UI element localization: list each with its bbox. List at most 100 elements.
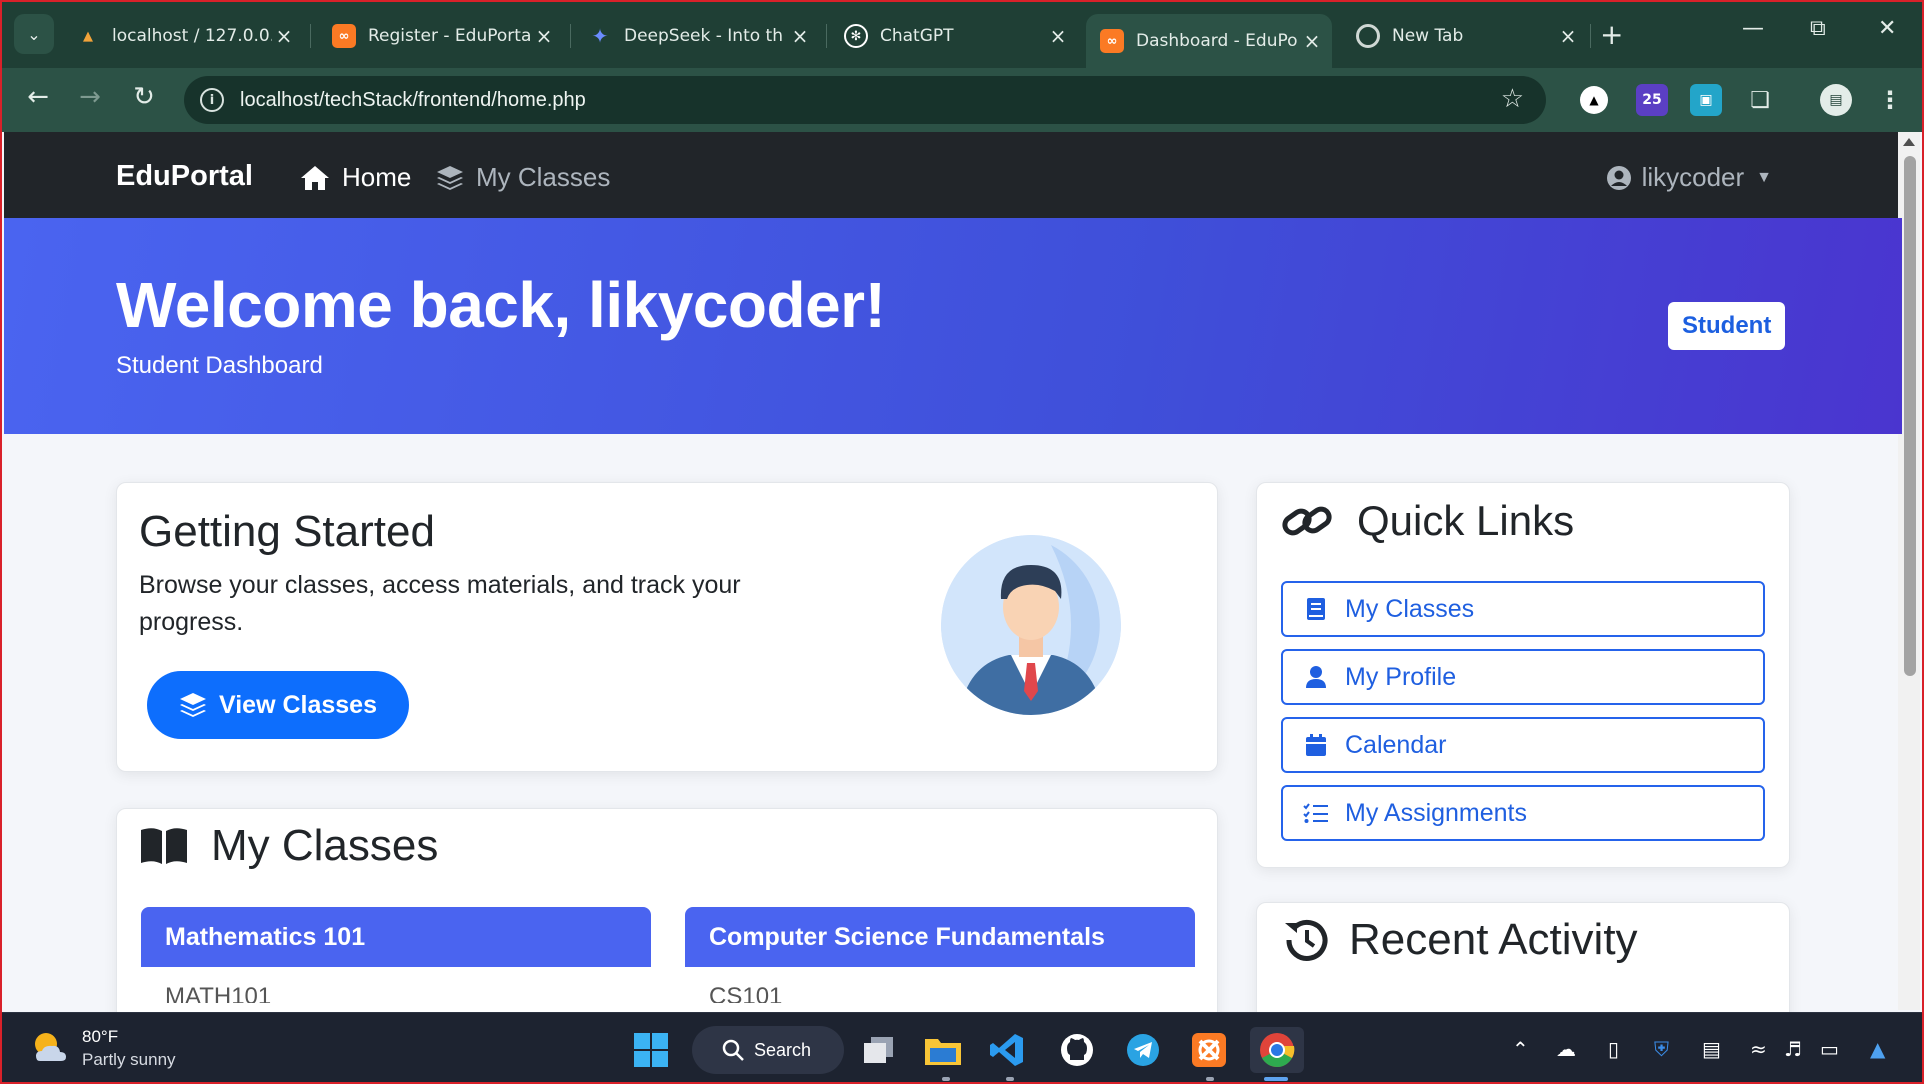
search-icon bbox=[722, 1039, 744, 1061]
partly-sunny-icon bbox=[35, 1033, 66, 1061]
tasks-icon bbox=[1301, 802, 1331, 824]
recent-activity-header: Recent Activity bbox=[1281, 915, 1638, 965]
class-card-cs101[interactable]: Computer Science Fundamentals CS101 bbox=[685, 907, 1195, 1003]
volume-icon[interactable]: ♬ bbox=[1784, 1037, 1802, 1061]
tab-search-button[interactable]: ⌄ bbox=[14, 14, 54, 54]
layers-icon bbox=[437, 165, 463, 190]
dashboard-subtitle: Student Dashboard bbox=[116, 352, 323, 379]
address-bar[interactable]: i localhost/techStack/frontend/home.php … bbox=[184, 76, 1546, 124]
window-close-icon[interactable]: ✕ bbox=[1878, 16, 1896, 41]
view-classes-label: View Classes bbox=[219, 690, 377, 719]
close-icon[interactable]: × bbox=[532, 24, 556, 48]
tab-register[interactable]: ∞ Register - EduPorta × bbox=[318, 14, 564, 58]
class-name[interactable]: Computer Science Fundamentals bbox=[685, 907, 1195, 967]
open-book-icon bbox=[141, 828, 187, 864]
close-icon[interactable]: × bbox=[1046, 24, 1070, 48]
username-label: likycoder bbox=[1641, 162, 1745, 192]
browser-menu-icon[interactable]: ⋮ bbox=[1874, 84, 1906, 116]
class-code: CS101 bbox=[709, 983, 783, 1003]
getting-started-text: Browse your classes, access materials, a… bbox=[139, 571, 741, 636]
user-dropdown[interactable]: likycoder ▼ bbox=[1606, 162, 1772, 193]
file-explorer-icon[interactable] bbox=[920, 1027, 966, 1073]
getting-started-title: Getting Started bbox=[139, 507, 435, 556]
github-icon[interactable] bbox=[1054, 1027, 1100, 1073]
nav-my-classes[interactable]: My Classes bbox=[436, 162, 610, 193]
phpmyadmin-icon: ▲ bbox=[83, 28, 93, 44]
home-icon bbox=[301, 165, 329, 190]
class-name[interactable]: Mathematics 101 bbox=[141, 907, 651, 967]
history-icon bbox=[1285, 919, 1328, 961]
site-info-icon[interactable]: i bbox=[200, 88, 224, 112]
quick-links-header: Quick Links bbox=[1281, 497, 1574, 545]
user-circle-icon bbox=[1606, 165, 1631, 190]
task-view-icon[interactable] bbox=[856, 1027, 902, 1073]
link-icon bbox=[1282, 506, 1332, 536]
restore-icon[interactable]: ⧉ bbox=[1810, 16, 1826, 41]
scroll-up-icon[interactable] bbox=[1903, 138, 1915, 146]
extension-badge-icon[interactable]: 25 bbox=[1636, 84, 1668, 116]
scrollbar-thumb[interactable] bbox=[1904, 156, 1916, 676]
wifi-icon[interactable]: ≈ bbox=[1750, 1037, 1767, 1061]
keyboard-layout-icon[interactable]: ▤ bbox=[1702, 1037, 1721, 1061]
url-text[interactable]: localhost/techStack/frontend/home.php bbox=[240, 89, 586, 112]
nav-my-classes-label: My Classes bbox=[476, 162, 611, 192]
windows-start-icon[interactable] bbox=[628, 1027, 674, 1073]
quick-link-calendar[interactable]: Calendar bbox=[1281, 717, 1765, 773]
tab-phpmyadmin[interactable]: ▲ localhost / 127.0.0. × bbox=[62, 14, 304, 58]
battery-icon[interactable]: ▭ bbox=[1820, 1037, 1839, 1061]
book-icon bbox=[1301, 597, 1331, 621]
view-classes-button[interactable]: View Classes bbox=[147, 671, 409, 739]
xampp-icon: ∞ bbox=[332, 24, 356, 48]
forward-icon[interactable]: → bbox=[72, 82, 108, 112]
class-card-math101[interactable]: Mathematics 101 MATH101 bbox=[141, 907, 651, 1003]
show-hidden-icons[interactable]: ⌃ bbox=[1512, 1037, 1529, 1061]
welcome-title: Welcome back, likycoder! bbox=[116, 269, 886, 341]
layers-icon bbox=[180, 693, 206, 717]
my-classes-header: My Classes bbox=[139, 821, 438, 871]
reload-icon[interactable]: ↻ bbox=[126, 82, 162, 112]
extension-triangle-icon[interactable]: ▲ bbox=[1580, 86, 1608, 114]
quick-link-label: My Assignments bbox=[1345, 798, 1528, 827]
back-icon[interactable]: ← bbox=[20, 82, 56, 112]
close-icon[interactable]: × bbox=[1556, 24, 1580, 48]
brand-logo[interactable]: EduPortal bbox=[116, 160, 253, 193]
tab-dashboard[interactable]: ∞ Dashboard - EduPo × bbox=[1086, 14, 1332, 68]
tab-chatgpt[interactable]: ✻ ChatGPT × bbox=[830, 14, 1078, 58]
quick-link-my-assignments[interactable]: My Assignments bbox=[1281, 785, 1765, 841]
minimize-icon[interactable]: — bbox=[1742, 16, 1764, 41]
close-icon[interactable]: × bbox=[1300, 29, 1324, 53]
quick-link-my-profile[interactable]: My Profile bbox=[1281, 649, 1765, 705]
screen: ⌄ ▲ localhost / 127.0.0. × ∞ Register - … bbox=[0, 0, 1924, 1084]
role-badge: Student bbox=[1668, 302, 1786, 350]
quick-link-label: Calendar bbox=[1345, 730, 1447, 759]
recent-activity-title: Recent Activity bbox=[1349, 915, 1638, 964]
quick-link-label: My Profile bbox=[1345, 662, 1457, 691]
usb-icon[interactable]: ▯ bbox=[1608, 1037, 1619, 1061]
site-navbar: EduPortal Home My Classes likycoder ▼ bbox=[4, 132, 1902, 218]
quick-links-card: Quick Links My Classes My Profile Calend… bbox=[1256, 482, 1790, 868]
extensions-puzzle-icon[interactable]: ❏ bbox=[1744, 84, 1776, 116]
taskbar-search-label: Search bbox=[754, 1039, 812, 1060]
notification-bell-icon[interactable]: ▲ bbox=[1870, 1037, 1885, 1061]
security-shield-icon[interactable]: ⛨ bbox=[1654, 1037, 1669, 1061]
tab-deepseek[interactable]: ✦ DeepSeek - Into th × bbox=[574, 14, 820, 58]
quick-link-my-classes[interactable]: My Classes bbox=[1281, 581, 1765, 637]
new-tab-button[interactable]: + bbox=[1600, 18, 1623, 51]
calendar-icon bbox=[1301, 733, 1331, 757]
chrome-icon bbox=[1356, 24, 1380, 48]
weather-widget[interactable]: 80°F Partly sunny bbox=[32, 1025, 176, 1071]
profile-avatar-icon[interactable]: ▤ bbox=[1820, 84, 1852, 116]
onedrive-icon[interactable]: ☁ bbox=[1556, 1037, 1576, 1061]
nav-home[interactable]: Home bbox=[300, 162, 411, 193]
tab-new-tab[interactable]: New Tab × bbox=[1342, 14, 1588, 58]
telegram-icon[interactable] bbox=[1120, 1027, 1166, 1073]
chrome-taskbar-icon[interactable] bbox=[1250, 1027, 1304, 1073]
extension-screenshot-icon[interactable]: ▣ bbox=[1690, 84, 1722, 116]
browser-toolbar: ← → ↻ i localhost/techStack/frontend/hom… bbox=[2, 68, 1922, 132]
close-icon[interactable]: × bbox=[788, 24, 812, 48]
bookmark-star-icon[interactable]: ☆ bbox=[1501, 84, 1524, 114]
close-icon[interactable]: × bbox=[272, 24, 296, 48]
xampp-taskbar-icon[interactable] bbox=[1186, 1027, 1232, 1073]
vscode-icon[interactable] bbox=[984, 1027, 1030, 1073]
taskbar-search[interactable]: Search bbox=[692, 1026, 844, 1074]
